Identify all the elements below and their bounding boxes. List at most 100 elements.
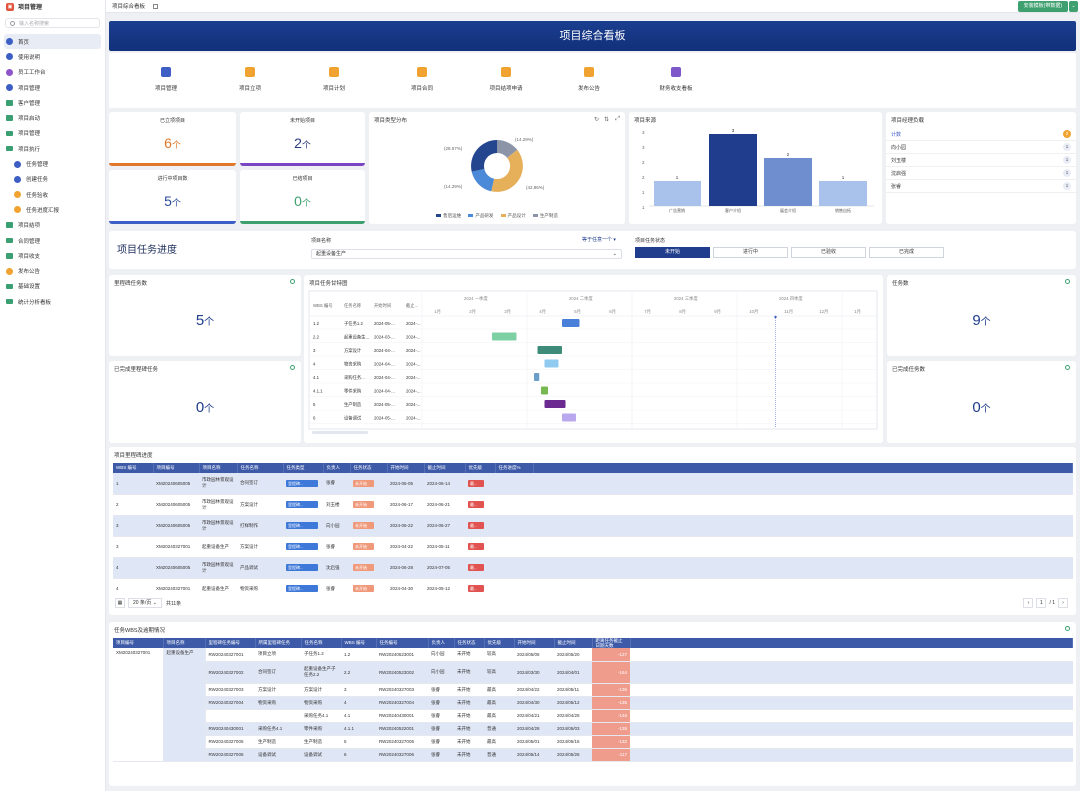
table-scroll[interactable]: WBS 编号 项目编号 项目名称 任务名称 任务类型 负责人 任务状态 开始时间 截止时间 优先级… — [113, 463, 1073, 593]
column-header[interactable]: 距离任务截止日期天数 — [592, 638, 631, 648]
table-row[interactable]: XM20240327001 起重设备生产 RW20240327001 项目立项 子任务1… — [113, 648, 1073, 762]
column-header[interactable]: 截止时间 — [424, 463, 466, 473]
sidebar-item[interactable]: 合同管理 — [0, 233, 105, 248]
sidebar-item[interactable]: 项目启动 — [0, 110, 105, 125]
sidebar-item[interactable]: 项目收支 — [0, 248, 105, 263]
column-header[interactable]: 任务状态 — [454, 638, 485, 648]
next-page-button[interactable]: › — [1058, 598, 1068, 608]
table-row[interactable]: RW20240327004 物资采购 物资采购 4 RW20240327004 张睿 未开始… — [113, 696, 1073, 710]
sidebar-item[interactable]: 客户管理 — [0, 95, 105, 110]
chevron-down-icon[interactable]: ⌄ — [1069, 1, 1078, 12]
sidebar-item[interactable]: 首页 — [4, 34, 101, 50]
gantt-bar[interactable] — [537, 346, 563, 354]
pm-row[interactable]: 计数 2 — [886, 128, 1076, 141]
sidebar-item[interactable]: 项目管理 — [0, 126, 105, 141]
quick-link[interactable]: 项目合同 — [377, 67, 467, 92]
table-row[interactable]: 4 XM20240327001 起重设备生产 物资采购 里程碑... 张睿 未开始 2024-… — [113, 578, 1073, 593]
info-icon[interactable] — [290, 365, 295, 370]
column-header[interactable]: 负责人 — [428, 638, 455, 648]
sidebar-item[interactable]: 员工工作台 — [0, 65, 105, 80]
info-icon[interactable] — [290, 279, 295, 284]
column-header[interactable]: 项目编号 — [153, 463, 200, 473]
sidebar-item[interactable]: 项目执行 — [0, 141, 105, 156]
column-header[interactable]: 开始时间 — [514, 638, 555, 648]
table-row[interactable]: 2 XM20240605005 市政园林景观设计 方案设计 里程碑... 刘玉楼 未开始 20… — [113, 494, 1073, 516]
pm-row[interactable]: 向小园 1 — [886, 141, 1076, 154]
column-header[interactable]: 开始时间 — [387, 463, 425, 473]
sidebar-item[interactable]: 使用说明 — [0, 49, 105, 64]
status-option[interactable]: 进行中 — [713, 247, 788, 258]
table-row[interactable]: RW20240430001 采购任务4.1 零件采购 4.1.1 RW202405220… — [113, 722, 1073, 736]
info-icon[interactable] — [1065, 626, 1070, 631]
table-row[interactable]: RW20240327002 合同签订 起重设备生产子任务2.2 2.2 RW202405… — [113, 661, 1073, 684]
gantt-bar[interactable] — [534, 373, 540, 381]
quick-link[interactable]: 项目管理 — [121, 67, 211, 92]
column-header[interactable]: 里程碑任务编号 — [205, 638, 256, 648]
pm-row[interactable]: 刘玉楼 1 — [886, 154, 1076, 167]
table-row[interactable]: RW20240327005 生产制造 生产制造 5 RW20240327005 张睿 未开始… — [113, 735, 1073, 749]
search-input[interactable]: 输入名称搜索 — [5, 18, 100, 28]
install-template-button[interactable]: 安装模板(带数据) — [1017, 1, 1068, 12]
column-header[interactable]: 任务状态 — [350, 463, 388, 473]
column-header[interactable]: 所属里程碑任务 — [255, 638, 302, 648]
tab-dashboard[interactable]: 项目综合看板 — [112, 2, 145, 10]
column-header[interactable]: 项目名称 — [163, 638, 206, 648]
bar[interactable] — [764, 158, 812, 206]
gantt-bar[interactable] — [544, 359, 559, 368]
quick-link[interactable]: 发布公告 — [544, 67, 634, 92]
column-header[interactable]: 优先级 — [484, 638, 515, 648]
gantt-bar[interactable] — [492, 332, 517, 341]
gantt-scrollbar[interactable] — [312, 431, 368, 434]
gantt-bar[interactable] — [562, 413, 576, 422]
pm-row[interactable]: 沈启强 1 — [886, 167, 1076, 180]
pm-row[interactable]: 张睿 1 — [886, 180, 1076, 193]
fullscreen-icon[interactable] — [153, 3, 159, 9]
table-row[interactable]: 3 XM20240327001 起重设备生产 方案设计 里程碑... 张睿 未开始 2024-… — [113, 536, 1073, 558]
table-row[interactable]: 采购任务4.1 4.1 RW20240430001 张睿 未开始 最高 2024/04/21… — [113, 709, 1073, 723]
column-header[interactable]: WBS 编号 — [341, 638, 377, 648]
project-name-select[interactable]: 起重设备生产 ⌄ — [311, 249, 622, 259]
column-header[interactable]: 任务类型 — [283, 463, 324, 473]
column-header[interactable]: WBS 编号 — [113, 463, 154, 473]
sidebar-item[interactable]: 基础设置 — [0, 279, 105, 294]
column-header[interactable]: 项目名称 — [199, 463, 238, 473]
page-size-select[interactable]: 20 条/页 ⌄ — [128, 598, 162, 608]
bar[interactable] — [709, 134, 757, 206]
quick-link[interactable]: 项目结项申请 — [461, 67, 551, 92]
table-row[interactable]: 1 XM20240605005 市政园林景观设计 合同签订 里程碑... 张睿 未开始 202… — [113, 473, 1073, 495]
sidebar-item[interactable]: 任务验收 — [0, 187, 105, 202]
quick-link[interactable]: 财务收支看板 — [631, 67, 721, 92]
table-row[interactable]: 4 XM20240605005 市政园林景观设计 产品调试 里程碑... 沈启强 未开始 20… — [113, 557, 1073, 579]
column-header[interactable]: 截止时间 — [554, 638, 593, 648]
gantt-bar[interactable] — [544, 400, 566, 408]
page-grid-icon[interactable]: ▦ — [115, 598, 125, 608]
column-header[interactable]: 任务名称 — [301, 638, 342, 648]
sidebar-item[interactable]: 统计分析看板 — [0, 294, 105, 309]
column-header[interactable]: 负责人 — [323, 463, 351, 473]
gantt-bar[interactable] — [562, 319, 580, 327]
gantt-bar[interactable] — [541, 386, 548, 395]
column-header[interactable]: 任务编号 — [376, 638, 429, 648]
status-option[interactable]: 已完成 — [869, 247, 944, 258]
column-header[interactable]: 项目编号 — [113, 638, 164, 648]
sidebar-item[interactable]: 创建任务 — [0, 172, 105, 187]
quick-link[interactable]: 项目计划 — [289, 67, 379, 92]
table-row[interactable]: 3 XM20240605005 市政园林景观设计 打样制作 里程碑... 向小园 未开始 20… — [113, 515, 1073, 537]
table-scroll[interactable]: 项目编号 项目名称 里程碑任务编号 所属里程碑任务 任务名称 WBS 编号 任务编号 负责人任… — [113, 638, 1073, 768]
column-header[interactable]: 优先级 — [465, 463, 496, 473]
column-header[interactable]: 任务名称 — [237, 463, 284, 473]
table-row[interactable]: RW20240327006 设备调试 设备调试 6 RW20240327006 张睿 未开始… — [113, 748, 1073, 762]
info-icon[interactable] — [1065, 365, 1070, 370]
sidebar-item[interactable]: 项目结项 — [0, 218, 105, 233]
match-mode-dropdown[interactable]: 等于任意一个 ▾ — [582, 236, 616, 243]
column-header[interactable]: 任务进度% — [495, 463, 534, 473]
status-option[interactable]: 未开始 — [635, 247, 710, 258]
sidebar-item[interactable]: 任务进度汇报 — [0, 202, 105, 217]
sidebar-item[interactable]: 发布公告 — [0, 263, 105, 278]
bar[interactable] — [819, 181, 867, 206]
info-icon[interactable] — [1065, 279, 1070, 284]
sidebar-item[interactable]: 任务管理 — [0, 156, 105, 171]
table-row[interactable]: RW20240327003 方案设计 方案设计 3 RW20240327003 张睿 未开始… — [113, 683, 1073, 697]
quick-link[interactable]: 项目立项 — [205, 67, 295, 92]
sidebar-item[interactable]: 项目管理 — [0, 80, 105, 95]
